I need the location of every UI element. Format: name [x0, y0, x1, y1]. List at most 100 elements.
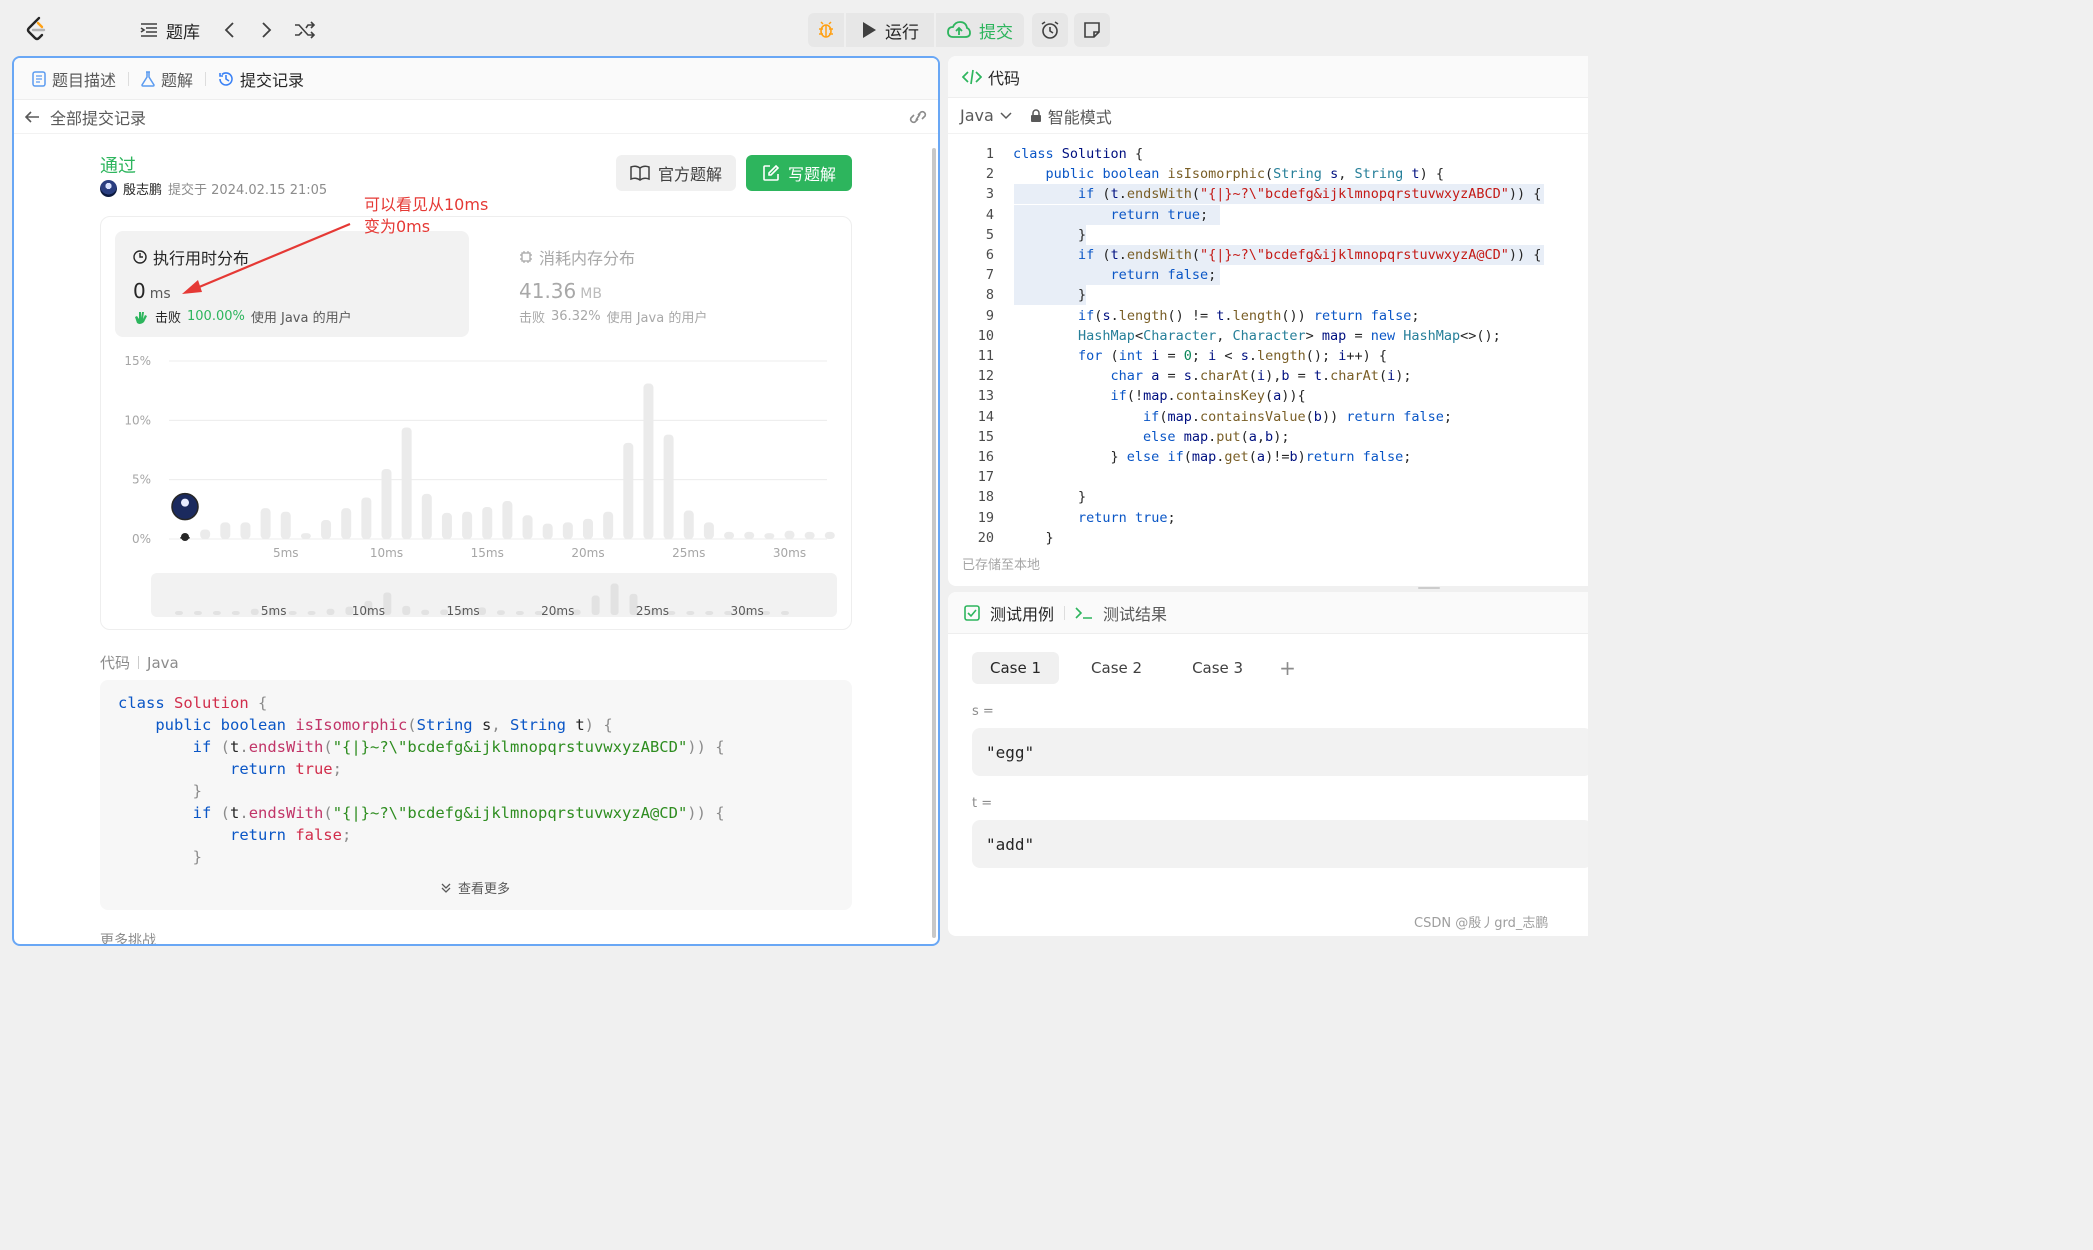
link-icon[interactable] — [908, 109, 928, 125]
back-to-submissions[interactable]: 全部提交记录 — [14, 100, 938, 134]
clock-icon — [133, 250, 147, 264]
random-problem-button[interactable] — [294, 14, 316, 46]
editor-line[interactable]: 18 } — [948, 487, 1588, 507]
chart-bar[interactable] — [784, 530, 795, 539]
write-solution-button[interactable]: 写题解 — [746, 155, 852, 191]
editor-line[interactable]: 17 — [948, 467, 1588, 487]
code-lang: Java — [147, 653, 179, 672]
chart-bar[interactable] — [522, 515, 533, 539]
chart-bar[interactable] — [381, 468, 392, 539]
chart-bar[interactable] — [321, 520, 332, 539]
chart-bar[interactable] — [502, 501, 513, 539]
chart-bar[interactable] — [482, 506, 493, 539]
chart-bar[interactable] — [260, 508, 271, 539]
editor-line[interactable]: 6 if (t.endsWith("{|}~?\"bcdefg&ijklmnop… — [948, 245, 1588, 265]
chart-bar[interactable] — [361, 497, 372, 539]
chart-bar[interactable] — [240, 522, 251, 539]
debug-button[interactable] — [808, 13, 844, 47]
official-solution-button[interactable]: 官方题解 — [616, 155, 736, 191]
editor-line[interactable]: 11 for (int i = 0; i < s.length(); i++) … — [948, 346, 1588, 366]
code-editor[interactable]: 1 class Solution {2 public boolean isIsom… — [948, 140, 1588, 546]
editor-line[interactable]: 1 class Solution { — [948, 144, 1588, 164]
runtime-distribution-chart[interactable]: 15% 10% 5% 0% 5ms 10ms 15ms 20ms 25ms 30ms 5ms 10ms… — [101, 347, 851, 627]
chart-bar[interactable] — [542, 523, 553, 539]
line-code: if(s.length() != t.length()) return fals… — [1078, 307, 1420, 324]
prev-problem-button[interactable] — [222, 14, 238, 46]
leetcode-logo-icon[interactable] — [24, 16, 50, 42]
editor-line[interactable]: 10 HashMap<Character, Character> map = n… — [948, 326, 1588, 346]
overview-tick-label: 25ms — [636, 604, 669, 618]
var-t-input[interactable]: "add" — [972, 820, 1588, 868]
editor-line[interactable]: 7 return false; — [948, 265, 1588, 285]
chart-bar[interactable] — [643, 383, 654, 539]
memory-stat[interactable]: 消耗内存分布 41.36 MB 击败 36.32% 使用 Java 的用户 — [501, 231, 831, 337]
tab-divider — [128, 71, 130, 86]
chart-bar[interactable] — [462, 511, 473, 539]
overview-bar — [402, 605, 411, 615]
chart-bar[interactable] — [824, 531, 835, 539]
chart-bar[interactable] — [280, 511, 291, 539]
chart-bar[interactable] — [401, 427, 412, 539]
run-button[interactable]: 运行 — [846, 13, 934, 47]
chart-bar[interactable] — [623, 442, 634, 539]
editor-line[interactable]: 12 char a = s.charAt(i),b = t.charAt(i); — [948, 366, 1588, 386]
editor-line[interactable]: 9 if(s.length() != t.length()) return fa… — [948, 306, 1588, 326]
case-tab-3[interactable]: Case 3 — [1174, 652, 1261, 684]
tab-testcase[interactable]: 测试用例 — [990, 601, 1054, 625]
chart-bar[interactable] — [603, 511, 614, 539]
list-icon — [140, 23, 157, 37]
panel-resize-handle[interactable] — [1418, 587, 1440, 589]
user-name[interactable]: 殷志鹏 — [123, 179, 162, 198]
editor-line[interactable]: 20 } — [948, 528, 1588, 548]
language-select[interactable]: Java — [960, 106, 1012, 125]
add-case-icon[interactable]: + — [1279, 656, 1296, 680]
editor-line[interactable]: 8 } — [948, 285, 1588, 305]
smart-mode-toggle[interactable]: 智能模式 — [1030, 104, 1112, 128]
problem-bank-link[interactable]: 题库 — [140, 14, 200, 46]
chart-bar[interactable] — [724, 531, 735, 539]
editor-line[interactable]: 19 return true; — [948, 508, 1588, 528]
chart-bar[interactable] — [683, 510, 694, 539]
see-more-button[interactable]: 查看更多 — [440, 878, 510, 897]
chart-bar[interactable] — [744, 531, 755, 539]
editor-line[interactable]: 3 if (t.endsWith("{|}~?\"bcdefg&ijklmnop… — [948, 184, 1588, 204]
editor-line[interactable]: 4 return true; — [948, 205, 1588, 225]
tab-test-result[interactable]: 测试结果 — [1103, 601, 1167, 625]
line-number: 7 — [985, 267, 994, 284]
editor-line[interactable]: 15 else map.put(a,b); — [948, 427, 1588, 447]
chart-bar[interactable] — [804, 531, 815, 539]
memory-beat-rest: 使用 Java 的用户 — [606, 311, 708, 326]
tab-solutions[interactable]: 题解 — [135, 67, 199, 91]
chart-bar[interactable] — [764, 533, 775, 539]
chart-bar[interactable] — [562, 522, 573, 539]
chart-bar[interactable] — [663, 434, 674, 539]
chart-bar[interactable] — [441, 512, 452, 539]
editor-line[interactable]: 2 public boolean isIsomorphic(String s, … — [948, 164, 1588, 184]
notes-button[interactable] — [1074, 13, 1110, 47]
current-marker-dot — [181, 533, 189, 541]
chart-bar[interactable] — [703, 522, 714, 539]
runtime-beat-rest: 使用 Java 的用户 — [250, 311, 352, 326]
overview-bar — [705, 611, 714, 615]
double-chevron-down-icon — [441, 883, 451, 893]
chart-bar[interactable] — [300, 533, 311, 539]
tab-submissions[interactable]: 提交记录 — [212, 67, 310, 91]
case-tab-2[interactable]: Case 2 — [1073, 652, 1160, 684]
editor-line[interactable]: 14 if(map.containsValue(b)) return false… — [948, 407, 1588, 427]
chart-bar[interactable] — [200, 529, 211, 539]
chart-bar[interactable] — [583, 518, 593, 539]
editor-line[interactable]: 5 } — [948, 225, 1588, 245]
tab-description[interactable]: 题目描述 — [26, 67, 122, 91]
case-tab-1[interactable]: Case 1 — [972, 652, 1060, 684]
submit-button[interactable]: 提交 — [936, 13, 1024, 47]
chart-bar[interactable] — [421, 493, 432, 539]
panel-scrollbar[interactable] — [932, 148, 936, 938]
editor-line[interactable]: 13 if(!map.containsKey(a)){ — [948, 386, 1588, 406]
chart-bar[interactable] — [220, 522, 231, 539]
editor-line[interactable]: 16 } else if(map.get(a)!=b)return false; — [948, 447, 1588, 467]
next-problem-button[interactable] — [258, 14, 274, 46]
var-s-input[interactable]: "egg" — [972, 728, 1588, 776]
avatar[interactable] — [100, 180, 117, 197]
timer-button[interactable] — [1032, 13, 1068, 47]
chart-bar[interactable] — [341, 508, 352, 539]
